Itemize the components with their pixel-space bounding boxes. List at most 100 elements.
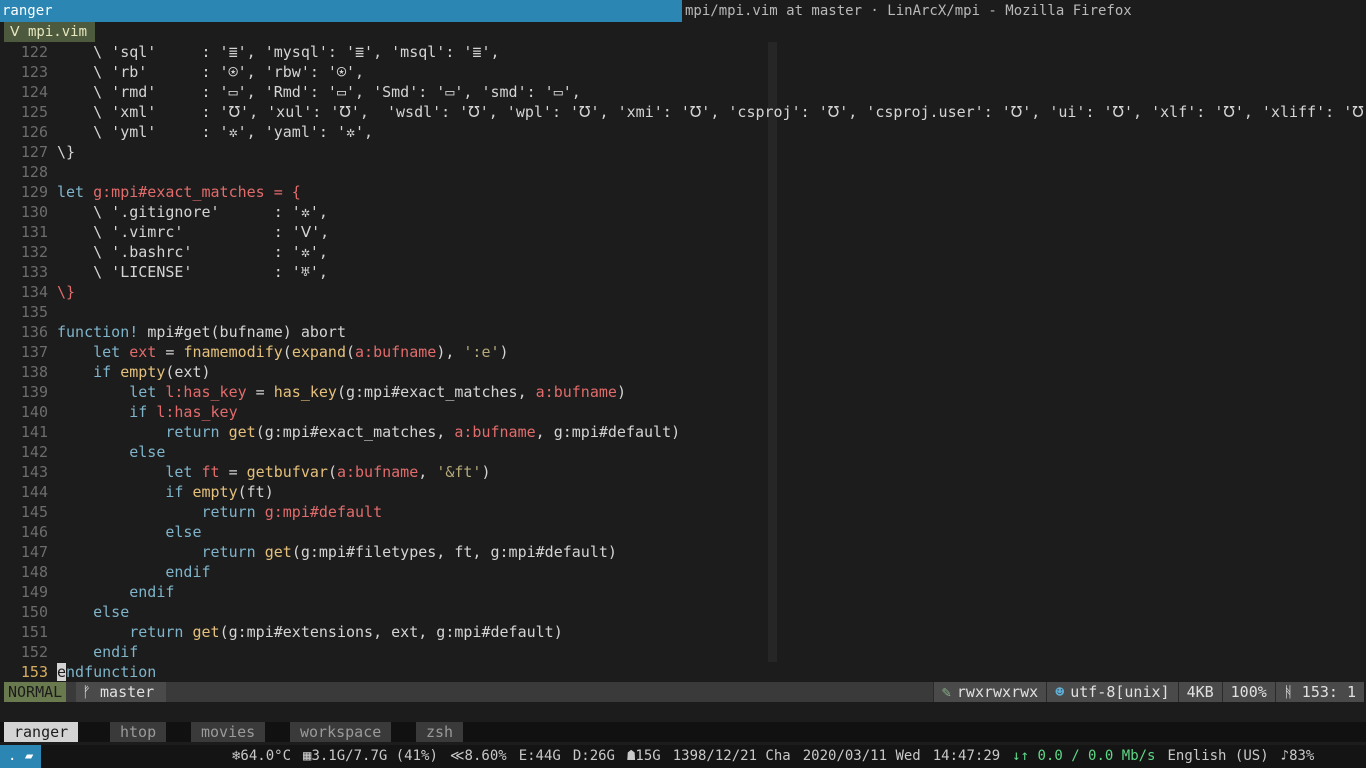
line-number: 127 [20, 143, 48, 161]
line-number: 152 [20, 643, 48, 661]
code-line[interactable]: 123 \ 'rb' : '⍟', 'rbw': '⍟', [4, 62, 1364, 82]
code-line[interactable]: 151 return get(g:mpi#extensions, ext, g:… [4, 622, 1364, 642]
code-line[interactable]: 132 \ '.bashrc' : '✲', [4, 242, 1364, 262]
line-code: else [48, 522, 201, 542]
code-token: l:has_key [165, 383, 247, 401]
code-line[interactable]: 139 let l:has_key = has_key(g:mpi#exact_… [4, 382, 1364, 402]
code-token: get [192, 623, 220, 641]
tmux-window-movies[interactable]: movies [191, 722, 266, 742]
code-token: has_key [273, 383, 337, 401]
code-line[interactable]: 126 \ 'yml' : '✲', 'yaml': '✲', [4, 122, 1364, 142]
line-code: if empty(ext) [48, 362, 211, 382]
line-number: 131 [20, 223, 48, 241]
line-number: 123 [20, 63, 48, 81]
code-token: ) [616, 383, 626, 401]
code-token: l:has_key [156, 403, 238, 421]
code-line[interactable]: 125 \ 'xml' : '℧', 'xul': '℧', 'wsdl': '… [4, 102, 1364, 122]
workspace-indicator[interactable]: . ▰ [0, 745, 42, 768]
code-line[interactable]: 144 if empty(ft) [4, 482, 1364, 502]
code-line[interactable]: 133 \ 'LICENSE' : '♅', [4, 262, 1364, 282]
code-token: (g:mpi#extensions, ext, g:mpi#default) [219, 623, 563, 641]
code-line[interactable]: 143 let ft = getbufvar(a:bufname, '&ft') [4, 462, 1364, 482]
code-token: (ext) [165, 363, 211, 381]
line-code: if l:has_key [48, 402, 238, 422]
code-line[interactable]: 131 \ '.vimrc' : 'ᐯ', [4, 222, 1364, 242]
code-line[interactable]: 122 \ 'sql' : '≣', 'mysql': '≣', 'msql':… [4, 42, 1364, 62]
vim-buffer-tab[interactable]: ᐯ mpi.vim [4, 22, 96, 42]
line-number: 134 [20, 283, 48, 301]
code-token: g:mpi#default [264, 503, 383, 521]
code-token: let [57, 183, 94, 201]
code-line[interactable]: 140 if l:has_key [4, 402, 1364, 422]
code-line[interactable]: 150 else [4, 602, 1364, 622]
tmux-window-workspace[interactable]: workspace [290, 722, 392, 742]
clock: 14:47:29 [932, 748, 1001, 764]
code-line[interactable]: 141 return get(g:mpi#exact_matches, a:bu… [4, 422, 1364, 442]
code-token: \} [57, 283, 76, 301]
inactive-window-title[interactable]: mpi/mpi.vim at master · LinArcX/mpi - Mo… [685, 0, 1132, 22]
code-line[interactable]: 128 [4, 162, 1364, 182]
line-number: 128 [20, 163, 48, 181]
tmux-window-zsh[interactable]: zsh [416, 722, 464, 742]
line-code: \ 'LICENSE' : '♅', [48, 262, 328, 282]
code-token: get [264, 543, 292, 561]
volume[interactable]: ♪83% [1275, 745, 1321, 768]
line-code: function! mpi#get(bufname) abort [48, 322, 346, 342]
code-line[interactable]: 124 \ 'rmd' : '▭', 'Rmd': '▭', 'Smd': '▭… [4, 82, 1364, 102]
code-line[interactable]: 145 return g:mpi#default [4, 502, 1364, 522]
code-token: ) [499, 343, 509, 361]
line-number: 138 [20, 363, 48, 381]
line-code: return get(g:mpi#filetypes, ft, g:mpi#de… [48, 542, 617, 562]
code-token: ( [282, 343, 292, 361]
disk-home: ☗15G [627, 748, 661, 764]
code-line[interactable]: 153 endfunction [4, 662, 1364, 682]
code-token: \ '.gitignore' : '✲', [57, 203, 328, 221]
code-token: \ '.vimrc' : 'ᐯ', [57, 223, 330, 241]
line-code: return g:mpi#default [48, 502, 382, 522]
code-token: (g:mpi#filetypes, ft, g:mpi#default) [291, 543, 617, 561]
keyboard-layout[interactable]: English (US) [1161, 745, 1274, 768]
line-code: endif [48, 562, 210, 582]
code-token: endif [57, 643, 139, 661]
line-code: return get(g:mpi#exact_matches, a:bufnam… [48, 422, 680, 442]
line-code: \ 'xml' : '℧', 'xul': '℧', 'wsdl': '℧', … [48, 102, 1364, 122]
network-speed: ↓↑ 0.0 / 0.0 Mb/s [1012, 748, 1156, 764]
code-line[interactable]: 149 endif [4, 582, 1364, 602]
code-line[interactable]: 134 \} [4, 282, 1364, 302]
line-number: 122 [20, 43, 48, 61]
code-line[interactable]: 148 endif [4, 562, 1364, 582]
tmux-window-htop[interactable]: htop [110, 722, 167, 742]
line-code: \ '.gitignore' : '✲', [48, 202, 328, 222]
code-line[interactable]: 130 \ '.gitignore' : '✲', [4, 202, 1364, 222]
line-number: 129 [20, 183, 48, 201]
line-code: endif [48, 642, 138, 662]
vim-editor[interactable]: 122 \ 'sql' : '≣', 'mysql': '≣', 'msql':… [4, 42, 1364, 682]
code-line[interactable]: 137 let ext = fnamemodify(expand(a:bufna… [4, 342, 1364, 362]
code-line[interactable]: 138 if empty(ext) [4, 362, 1364, 382]
line-code: else [48, 442, 165, 462]
scroll-percent: 100% [1221, 682, 1275, 702]
code-line[interactable]: 135 [4, 302, 1364, 322]
line-number: 132 [20, 243, 48, 261]
code-line[interactable]: 146 else [4, 522, 1364, 542]
code-line[interactable]: 136 function! mpi#get(bufname) abort [4, 322, 1364, 342]
code-token: endif [57, 583, 175, 601]
code-token: ':e' [463, 343, 500, 361]
code-token: empty [120, 363, 166, 381]
code-token: (g:mpi#exact_matches, [336, 383, 536, 401]
code-token: expand [291, 343, 346, 361]
code-line[interactable]: 147 return get(g:mpi#filetypes, ft, g:mp… [4, 542, 1364, 562]
line-number: 151 [20, 623, 48, 641]
active-window-title[interactable]: ranger [0, 0, 682, 22]
tmux-window-ranger[interactable]: ranger [4, 722, 79, 742]
line-number: 153 [20, 663, 48, 681]
line-number: 137 [20, 343, 48, 361]
code-line[interactable]: 152 endif [4, 642, 1364, 662]
code-line[interactable]: 127 \} [4, 142, 1364, 162]
code-line[interactable]: 129 let g:mpi#exact_matches = { [4, 182, 1364, 202]
code-token: let [57, 463, 202, 481]
code-token: ( [346, 343, 356, 361]
line-number: 142 [20, 443, 48, 461]
code-token: mpi#get(bufname) abort [147, 323, 346, 341]
code-line[interactable]: 142 else [4, 442, 1364, 462]
